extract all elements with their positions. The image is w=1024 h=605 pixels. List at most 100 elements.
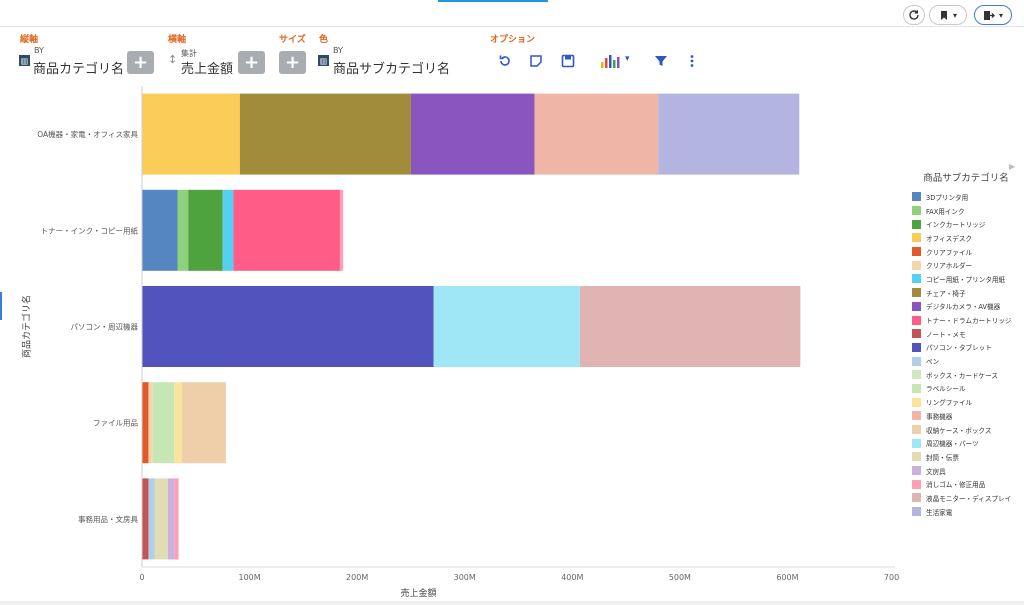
legend-label: 文房具: [926, 467, 946, 476]
legend-swatch: [912, 425, 921, 435]
bar-segment[interactable]: [177, 189, 189, 271]
bar-segment[interactable]: [167, 478, 175, 560]
legend-item[interactable]: パソコン・タブレット: [912, 341, 1020, 355]
bar-segment[interactable]: [154, 478, 168, 560]
legend-item[interactable]: 液晶モニター・ディスプレイ: [912, 491, 1020, 505]
bottom-bar: [0, 601, 1024, 605]
bookmark-button[interactable]: ▾: [929, 5, 967, 25]
bar-segment[interactable]: [222, 189, 234, 271]
legend-swatch: [912, 356, 921, 366]
legend-label: 周辺機器・パーツ: [926, 440, 979, 449]
legend-label: 収納ケース・ボックス: [926, 426, 992, 435]
chevron-down-icon: ▾: [998, 10, 1003, 20]
bar-segment[interactable]: [534, 93, 659, 175]
bar-segment[interactable]: [410, 93, 535, 175]
bar-segment[interactable]: [433, 286, 580, 367]
legend-swatch: [912, 342, 921, 352]
x-tick-label: 600M: [776, 573, 798, 582]
bar-segment[interactable]: [142, 382, 149, 464]
legend-label: クリアファイル: [926, 248, 973, 257]
x-tick-label: 0: [139, 573, 144, 582]
y-tick-label: 事務用品・文房具: [78, 514, 138, 524]
legend-item[interactable]: 事務機器: [912, 409, 1020, 423]
legend-item[interactable]: 3Dプリンタ用: [912, 190, 1020, 204]
legend-swatch: [912, 288, 921, 298]
legend-label: デジタルカメラ・AV機器: [926, 303, 1001, 312]
legend-item[interactable]: クリアホルダー: [912, 258, 1020, 272]
legend-label: 封筒・伝票: [926, 453, 959, 462]
legend-item[interactable]: ボックス・カードケース: [912, 368, 1020, 382]
legend-swatch: [912, 493, 921, 503]
legend-label: オフィスデスク: [926, 234, 973, 243]
legend-label: 液晶モニター・ディスプレイ: [926, 494, 1012, 503]
legend-item[interactable]: ペン: [912, 354, 1020, 368]
x-tick-label: 400M: [561, 573, 583, 582]
bar-segment[interactable]: [142, 478, 149, 560]
legend-label: ノート・メモ: [926, 330, 966, 339]
legend-label: ボックス・カードケース: [926, 371, 999, 380]
legend-swatch: [912, 206, 921, 216]
legend-item[interactable]: 文房具: [912, 464, 1020, 478]
legend-label: トナー・ドラムカートリッジ: [926, 317, 1012, 326]
bar-chart: OA機器・家電・オフィス家具トナー・インク・コピー用紙パソコン・周辺機器ファイル…: [37, 86, 900, 599]
chevron-down-icon: ▾: [952, 10, 957, 20]
legend-item[interactable]: リングファイル: [912, 395, 1020, 409]
legend-swatch: [912, 233, 921, 243]
legend-label: 生活家電: [926, 508, 953, 517]
legend-swatch: [912, 466, 921, 476]
bar-segment[interactable]: [142, 189, 178, 271]
legend-label: ペン: [926, 358, 940, 367]
legend-swatch: [912, 219, 921, 229]
refresh-button[interactable]: [903, 5, 925, 25]
y-tick-label: トナー・インク・コピー用紙: [41, 225, 139, 235]
bar-segment[interactable]: [239, 93, 411, 175]
export-button[interactable]: ▾: [974, 5, 1012, 25]
legend-item[interactable]: トナー・ドラムカートリッジ: [912, 313, 1020, 327]
legend-label: リングファイル: [926, 399, 973, 408]
legend-item[interactable]: ラベルシール: [912, 382, 1020, 396]
legend-label: クリアホルダー: [926, 262, 973, 271]
legend-item[interactable]: 封筒・伝票: [912, 450, 1020, 464]
legend-item[interactable]: オフィスデスク: [912, 231, 1020, 245]
bar-segment[interactable]: [658, 93, 800, 175]
legend-label: 事務機器: [926, 412, 953, 421]
legend-item[interactable]: ノート・メモ: [912, 327, 1020, 341]
legend-label: チェア・椅子: [926, 289, 966, 298]
legend-swatch: [912, 260, 921, 270]
legend-item[interactable]: インクカートリッジ: [912, 217, 1020, 231]
legend-item[interactable]: クリアファイル: [912, 245, 1020, 259]
legend-swatch: [912, 397, 921, 407]
bar-segment[interactable]: [233, 189, 340, 271]
bar-segment[interactable]: [148, 382, 153, 464]
bar-segment[interactable]: [142, 93, 240, 175]
legend-item[interactable]: 収納ケース・ボックス: [912, 423, 1020, 437]
legend-swatch: [912, 479, 921, 489]
legend-item[interactable]: 周辺機器・パーツ: [912, 436, 1020, 450]
legend-swatch: [912, 274, 921, 284]
legend-item[interactable]: デジタルカメラ・AV機器: [912, 300, 1020, 314]
bar-segment[interactable]: [181, 382, 226, 464]
bar-segment[interactable]: [174, 478, 179, 560]
bar-segment[interactable]: [148, 478, 155, 560]
bar-segment[interactable]: [142, 286, 434, 367]
x-tick-label: 700M: [884, 573, 900, 582]
legend-item[interactable]: 消しゴム・修正用品: [912, 477, 1020, 491]
legend-item[interactable]: FAX用インク: [912, 204, 1020, 218]
bar-segment[interactable]: [174, 382, 182, 464]
bar-segment[interactable]: [152, 382, 175, 464]
legend-swatch: [912, 411, 921, 421]
x-tick-label: 100M: [238, 573, 260, 582]
bar-segment[interactable]: [339, 189, 344, 271]
legend-swatch: [912, 192, 921, 202]
legend-label: FAX用インク: [926, 207, 965, 216]
legend-item[interactable]: コピー用紙・プリンタ用紙: [912, 272, 1020, 286]
legend-item[interactable]: チェア・椅子: [912, 286, 1020, 300]
bar-segment[interactable]: [579, 286, 801, 367]
x-tick-label: 300M: [454, 573, 476, 582]
bar-segment[interactable]: [188, 189, 223, 271]
legend-swatch: [912, 301, 921, 311]
legend-item[interactable]: 生活家電: [912, 505, 1020, 519]
legend-label: コピー用紙・プリンタ用紙: [926, 275, 1006, 284]
y-tick-label: OA機器・家電・オフィス家具: [37, 129, 138, 139]
legend-label: インクカートリッジ: [926, 221, 986, 230]
